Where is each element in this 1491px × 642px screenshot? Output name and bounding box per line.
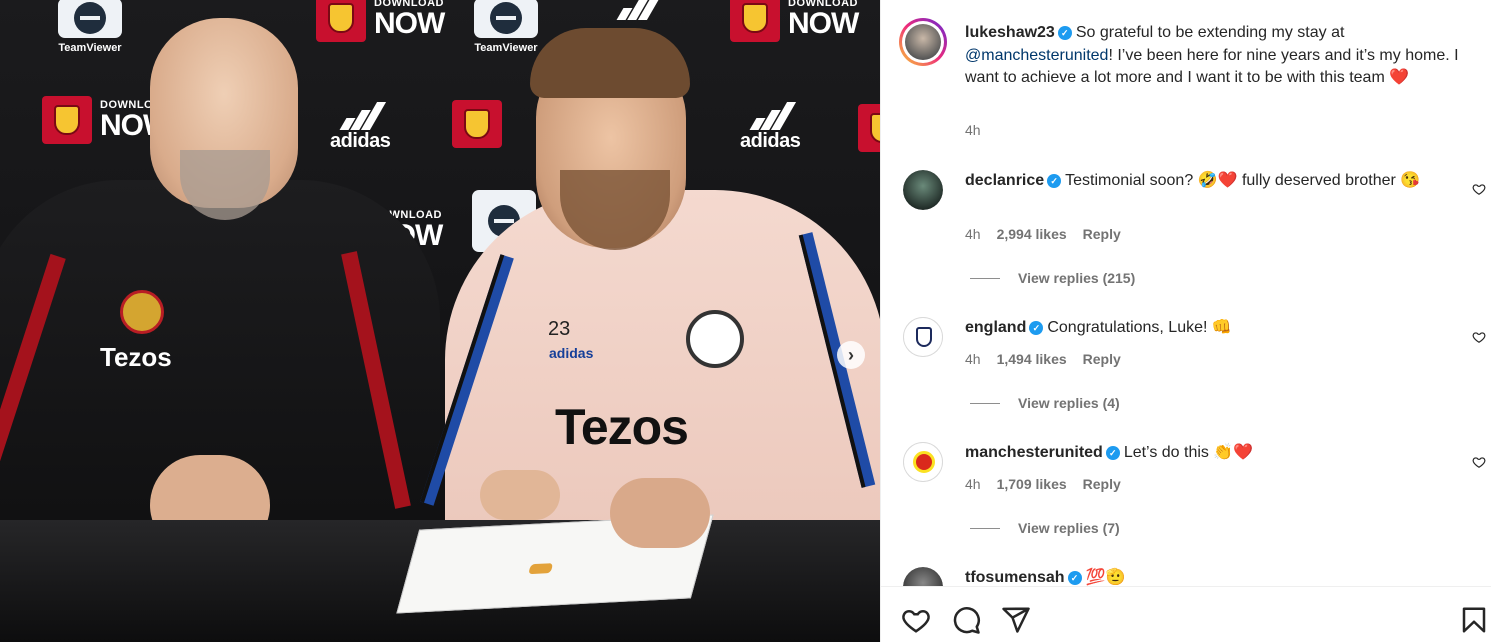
next-photo-button[interactable]: › xyxy=(837,341,865,369)
comment-time[interactable]: 4h xyxy=(965,226,981,242)
post-time[interactable]: 4h xyxy=(965,122,981,138)
comment-text: england ✓ Congratulations, Luke! 👊 xyxy=(965,317,1465,340)
comments-scroll[interactable]: lukeshaw23 ✓ So grateful to be extending m… xyxy=(881,0,1491,586)
comment-button[interactable] xyxy=(951,605,981,635)
heart-icon xyxy=(1472,332,1486,343)
heart-icon xyxy=(902,609,930,633)
comment-time[interactable]: 4h xyxy=(965,351,981,367)
comment-body: Let’s do this 👏❤️ xyxy=(1123,444,1254,461)
teamviewer-logo: TeamViewer xyxy=(474,0,538,54)
view-replies-label: View replies (215) xyxy=(1018,270,1136,286)
view-replies-button[interactable]: View replies (215) xyxy=(970,270,1135,286)
comment-meta: 4h 1,494 likes Reply xyxy=(965,351,1121,367)
divider xyxy=(970,402,1000,404)
avatar[interactable] xyxy=(899,18,947,66)
caption-username[interactable]: lukeshaw23 xyxy=(965,24,1055,41)
united-crest xyxy=(686,310,744,368)
avatar[interactable] xyxy=(903,567,943,586)
comment-body: Congratulations, Luke! 👊 xyxy=(1047,319,1232,336)
teamviewer-logo: TeamViewer xyxy=(58,0,122,54)
shirt-number: 23 xyxy=(548,318,571,340)
comments-panel: lukeshaw23 ✓ So grateful to be extending m… xyxy=(880,0,1491,642)
verified-badge-icon: ✓ xyxy=(1047,174,1062,188)
reply-button[interactable]: Reply xyxy=(1083,351,1121,367)
download-now-logo xyxy=(858,104,880,152)
view-replies-button[interactable]: View replies (4) xyxy=(970,395,1120,411)
comment-meta: 4h 1,709 likes Reply xyxy=(965,476,1121,492)
verified-badge-icon: ✓ xyxy=(1057,26,1072,40)
player-hair xyxy=(530,28,690,98)
download-now-logo: DOWNLOADNOW xyxy=(730,0,859,42)
post-photo[interactable]: TeamViewer DOWNLOAD NOW TeamViewer DOWNLO… xyxy=(0,0,880,642)
view-replies-label: View replies (4) xyxy=(1018,395,1120,411)
caption-text: So grateful to be extending my stay at xyxy=(1075,24,1345,41)
caption-meta: 4h xyxy=(965,122,981,138)
view-replies-button[interactable]: View replies (7) xyxy=(970,520,1120,536)
comment-like-button[interactable] xyxy=(1472,330,1486,344)
comment-body: 💯🫡 xyxy=(1085,569,1126,586)
divider xyxy=(970,527,1000,529)
comment-username[interactable]: manchesterunited xyxy=(965,444,1103,461)
comment-text: manchesterunited ✓ Let’s do this 👏❤️ xyxy=(965,442,1465,465)
adidas-logo xyxy=(616,0,664,20)
bookmark-icon xyxy=(1462,607,1486,633)
download-now-logo xyxy=(452,100,502,148)
post-action-bar xyxy=(881,586,1491,642)
mention-link[interactable]: @manchesterunited xyxy=(965,47,1108,64)
verified-badge-icon: ✓ xyxy=(1067,571,1082,585)
comment-meta: 4h 2,994 likes Reply xyxy=(965,226,1121,242)
reply-button[interactable]: Reply xyxy=(1083,226,1121,242)
heart-emoji: ❤️ xyxy=(1389,69,1410,86)
adidas-logo: adidas xyxy=(330,100,391,153)
divider xyxy=(970,277,1000,279)
verified-badge-icon: ✓ xyxy=(1105,446,1120,460)
tezos-sponsor: Tezos xyxy=(555,399,689,455)
comment-likes[interactable]: 1,709 likes xyxy=(997,476,1067,492)
comment-body: Testimonial soon? 🤣❤️ fully deserved bro… xyxy=(1065,172,1421,189)
united-crest xyxy=(120,290,164,334)
comment-username[interactable]: england xyxy=(965,319,1026,336)
save-button[interactable] xyxy=(1459,605,1486,635)
comment-like-button[interactable] xyxy=(1472,182,1486,196)
view-replies-label: View replies (7) xyxy=(1018,520,1120,536)
chevron-right-icon: › xyxy=(848,344,854,365)
download-now-logo: DOWNLOADNOW xyxy=(316,0,445,42)
like-button[interactable] xyxy=(901,605,931,635)
player-hand xyxy=(610,478,710,548)
heart-icon xyxy=(1472,457,1486,468)
avatar[interactable] xyxy=(903,170,943,210)
share-button[interactable] xyxy=(1001,605,1031,635)
comment-likes[interactable]: 2,994 likes xyxy=(997,226,1067,242)
post-caption: lukeshaw23 ✓ So grateful to be extending m… xyxy=(965,22,1465,90)
verified-badge-icon: ✓ xyxy=(1029,321,1044,335)
avatar[interactable] xyxy=(903,317,943,357)
comment-time[interactable]: 4h xyxy=(965,476,981,492)
player-hand xyxy=(480,470,560,520)
reply-button[interactable]: Reply xyxy=(1083,476,1121,492)
heart-icon xyxy=(1472,184,1486,195)
comment-text: tfosumensah ✓ 💯🫡 xyxy=(965,567,1465,586)
comment-like-button[interactable] xyxy=(1472,455,1486,469)
tezos-sponsor: Tezos xyxy=(100,342,172,372)
avatar[interactable] xyxy=(903,442,943,482)
comment-username[interactable]: tfosumensah xyxy=(965,569,1065,586)
adidas-logo: adidas xyxy=(740,100,801,153)
adidas-badge: adidas xyxy=(549,345,594,361)
comment-likes[interactable]: 1,494 likes xyxy=(997,351,1067,367)
comment-username[interactable]: declanrice xyxy=(965,172,1044,189)
comment-text: declanrice ✓ Testimonial soon? 🤣❤️ fully d… xyxy=(965,170,1465,193)
comment-icon xyxy=(953,607,980,634)
share-icon xyxy=(1002,607,1030,633)
